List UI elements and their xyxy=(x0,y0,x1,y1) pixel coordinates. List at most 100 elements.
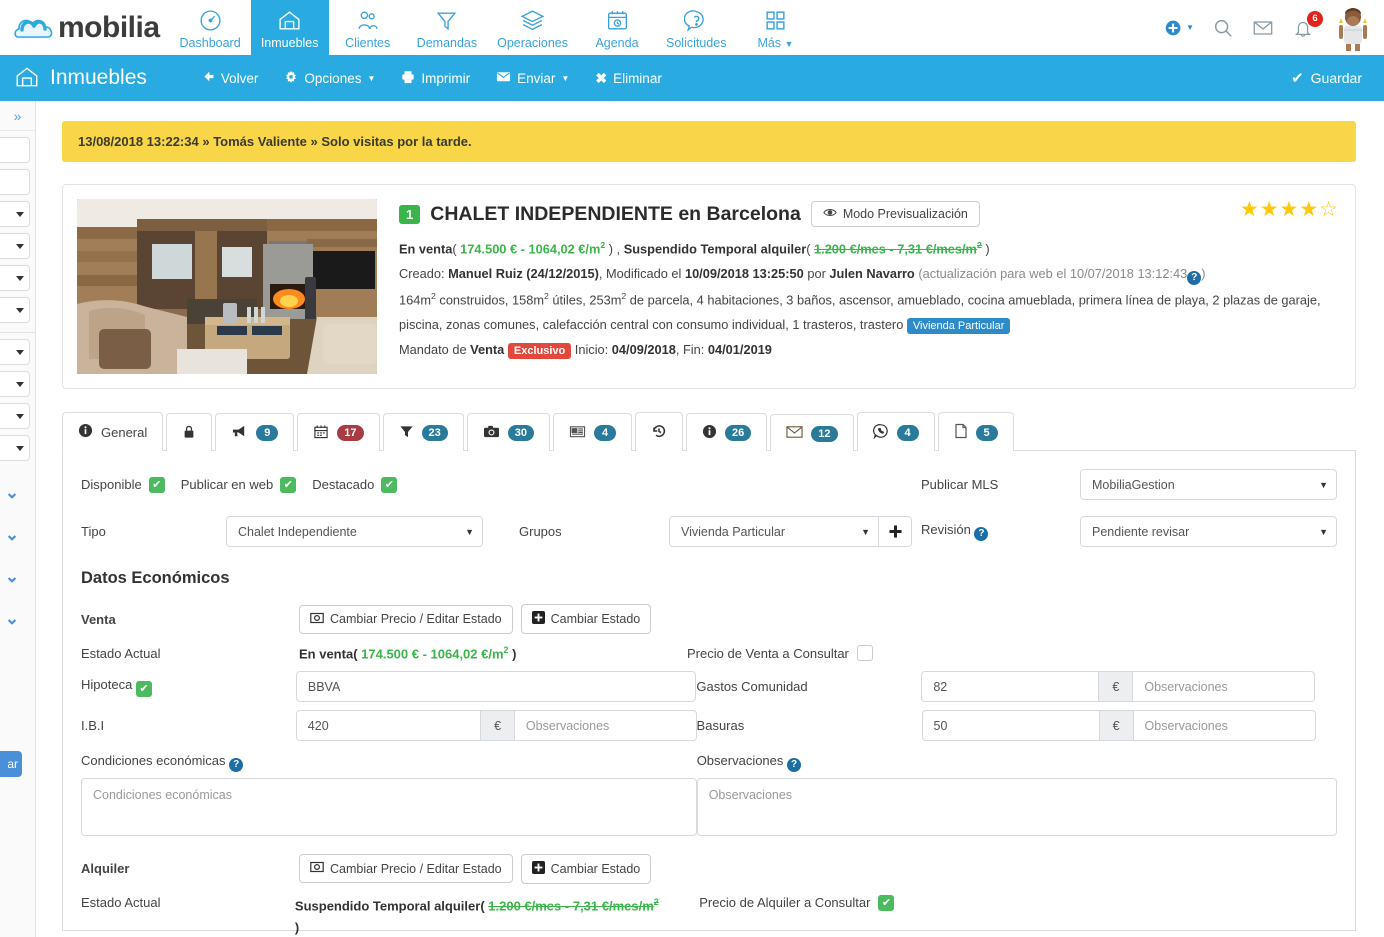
sidebar-expand-toggle[interactable]: » xyxy=(0,101,35,131)
property-meta-line: Creado: Manuel Ruiz (24/12/2015), Modifi… xyxy=(399,264,1341,285)
delete-button[interactable]: ✖ Eliminar xyxy=(595,70,662,87)
web-update-text: (actualización para web el 10/07/2018 13… xyxy=(918,266,1188,282)
send-button[interactable]: Enviar ▼ xyxy=(496,69,569,87)
tab-lock[interactable] xyxy=(166,413,213,451)
sidebar-select[interactable] xyxy=(0,233,30,259)
condiciones-textarea[interactable]: Condiciones económicas xyxy=(81,777,697,836)
chevron-down-icon[interactable]: ⌄ xyxy=(0,483,30,503)
tipo-select[interactable]: Chalet Independiente ▼ xyxy=(226,516,483,547)
add-circle-icon[interactable]: ▼ xyxy=(1163,17,1194,39)
nav-item-operaciones[interactable]: Operaciones xyxy=(487,0,578,55)
sidebar-select[interactable] xyxy=(0,435,30,461)
sidebar-select[interactable] xyxy=(0,265,30,291)
sidebar-field[interactable] xyxy=(0,169,30,195)
sidebar-divider xyxy=(0,332,35,333)
nav-label: Operaciones xyxy=(497,35,568,50)
sidebar-search-button[interactable]: ar xyxy=(0,751,22,777)
tab-info[interactable]: 26 xyxy=(686,413,768,451)
tab-portals[interactable]: 4 xyxy=(553,413,632,451)
ibi-row: I.B.I 420 € Observaciones Basuras 50 € O… xyxy=(81,710,1337,742)
nav-item-agenda[interactable]: Agenda xyxy=(578,0,656,55)
save-button[interactable]: ✔ Guardar xyxy=(1291,55,1362,101)
publicar-mls-select[interactable]: MobiliaGestion ▼ xyxy=(1080,469,1337,500)
brand-logo[interactable]: mobilia xyxy=(0,0,170,55)
property-number-badge: 1 xyxy=(399,204,421,224)
options-button[interactable]: Opciones ▼ xyxy=(284,70,375,87)
print-button[interactable]: Imprimir xyxy=(401,70,470,87)
created-by: Manuel Ruiz (24/12/2015) xyxy=(448,266,599,282)
estado-actual-alquiler-row: Estado Actual Suspendido Temporal alquil… xyxy=(81,894,1337,937)
change-price-sale-button[interactable]: Cambiar Precio / Editar Estado xyxy=(299,604,513,634)
add-group-button[interactable] xyxy=(879,516,912,547)
house-icon xyxy=(14,64,40,93)
camera-icon xyxy=(483,424,500,442)
tab-count-badge: 9 xyxy=(256,425,279,441)
hipoteca-input[interactable]: BBVA xyxy=(295,671,697,703)
property-photo[interactable] xyxy=(77,199,377,374)
mobilia-cloud-icon xyxy=(14,13,56,43)
tab-photos[interactable]: 30 xyxy=(466,413,550,451)
basuras-value: 50 xyxy=(933,718,948,733)
gastos-comunidad-observaciones-input[interactable]: Observaciones xyxy=(1133,671,1316,703)
back-button[interactable]: Volver xyxy=(202,70,258,86)
basuras-input[interactable]: 50 xyxy=(921,710,1100,742)
basuras-observaciones-input[interactable]: Observaciones xyxy=(1133,710,1316,742)
modified-date: 10/09/2018 13:25:50 xyxy=(684,266,804,282)
grupos-value: Vivienda Particular xyxy=(681,524,785,539)
precio-alquiler-consultar-checkbox[interactable]: ✔ xyxy=(878,894,895,911)
disponible-checkbox[interactable]: ✔ xyxy=(148,476,165,493)
sidebar-select[interactable] xyxy=(0,297,30,323)
estado-actual-venta-value: En venta( 174.500 € - 1064,02 €/m2 ) xyxy=(299,645,517,662)
revision-select[interactable]: Pendiente revisar ▼ xyxy=(1080,516,1337,547)
property-title-row: 1 CHALET INDEPENDIENTE en Barcelona Modo… xyxy=(399,201,1341,227)
help-icon[interactable]: ? xyxy=(787,757,802,772)
tab-docs[interactable]: 5 xyxy=(937,412,1014,451)
nav-item-demandas[interactable]: Demandas xyxy=(407,0,487,55)
sidebar-select[interactable] xyxy=(0,371,30,397)
publicar-web-checkbox[interactable]: ✔ xyxy=(280,476,297,493)
chevron-down-icon[interactable]: ⌄ xyxy=(0,567,30,587)
nav-item-dashboard[interactable]: Dashboard xyxy=(170,0,251,55)
tab-mail[interactable]: 12 xyxy=(770,414,854,451)
group-tag: Vivienda Particular xyxy=(906,317,1011,334)
preview-mode-button[interactable]: Modo Previsualización xyxy=(810,201,980,227)
change-price-rent-button[interactable]: Cambiar Precio / Editar Estado xyxy=(299,854,513,884)
avatar[interactable] xyxy=(1332,5,1374,51)
tab-funnel[interactable]: 23 xyxy=(382,413,464,451)
top-navigation-bar: mobilia Dashboard Inmuebles Clientes Dem… xyxy=(0,0,1384,55)
sidebar-field[interactable] xyxy=(0,137,30,163)
property-rating[interactable]: ★★★★☆ xyxy=(1240,197,1339,222)
tab-megaphone[interactable]: 9 xyxy=(215,413,295,451)
tab-whatsapp[interactable]: 4 xyxy=(856,412,935,451)
nav-item-solicitudes[interactable]: Solicitudes xyxy=(656,0,736,55)
bell-icon[interactable]: 6 xyxy=(1292,10,1323,39)
ibi-observaciones-input[interactable]: Observaciones xyxy=(514,710,697,742)
change-state-rent-button[interactable]: Cambiar Estado xyxy=(520,853,652,884)
ibi-input[interactable]: 420 xyxy=(295,710,482,742)
exclusive-badge: Exclusivo xyxy=(507,342,572,359)
hipoteca-checkbox[interactable]: ✔ xyxy=(135,680,152,697)
nav-item-mas[interactable]: Más ▼ xyxy=(736,0,814,55)
nav-item-inmuebles[interactable]: Inmuebles xyxy=(250,0,329,55)
help-icon[interactable]: ? xyxy=(974,526,989,541)
envelope-icon[interactable] xyxy=(1252,17,1274,39)
search-icon[interactable] xyxy=(1212,17,1234,39)
tab-calendar[interactable]: 17 xyxy=(297,413,380,451)
paren-close: ) xyxy=(981,241,990,257)
help-icon[interactable]: ? xyxy=(1187,270,1202,285)
destacado-checkbox[interactable]: ✔ xyxy=(381,476,398,493)
gastos-comunidad-input[interactable]: 82 xyxy=(921,671,1100,703)
grupos-select[interactable]: Vivienda Particular ▼ xyxy=(669,516,879,547)
sidebar-select[interactable] xyxy=(0,201,30,227)
nav-item-clientes[interactable]: Clientes xyxy=(329,0,407,55)
tab-history[interactable] xyxy=(635,412,683,451)
help-icon[interactable]: ? xyxy=(229,757,244,772)
tab-general[interactable]: General xyxy=(62,412,164,451)
chevron-down-icon[interactable]: ⌄ xyxy=(0,525,30,545)
sidebar-select[interactable] xyxy=(0,339,30,365)
sidebar-select[interactable] xyxy=(0,403,30,429)
chevron-down-icon[interactable]: ⌄ xyxy=(0,609,30,629)
precio-venta-consultar-checkbox[interactable] xyxy=(856,645,873,662)
observaciones-textarea[interactable]: Observaciones xyxy=(696,777,1337,836)
change-state-sale-button[interactable]: Cambiar Estado xyxy=(520,604,652,634)
